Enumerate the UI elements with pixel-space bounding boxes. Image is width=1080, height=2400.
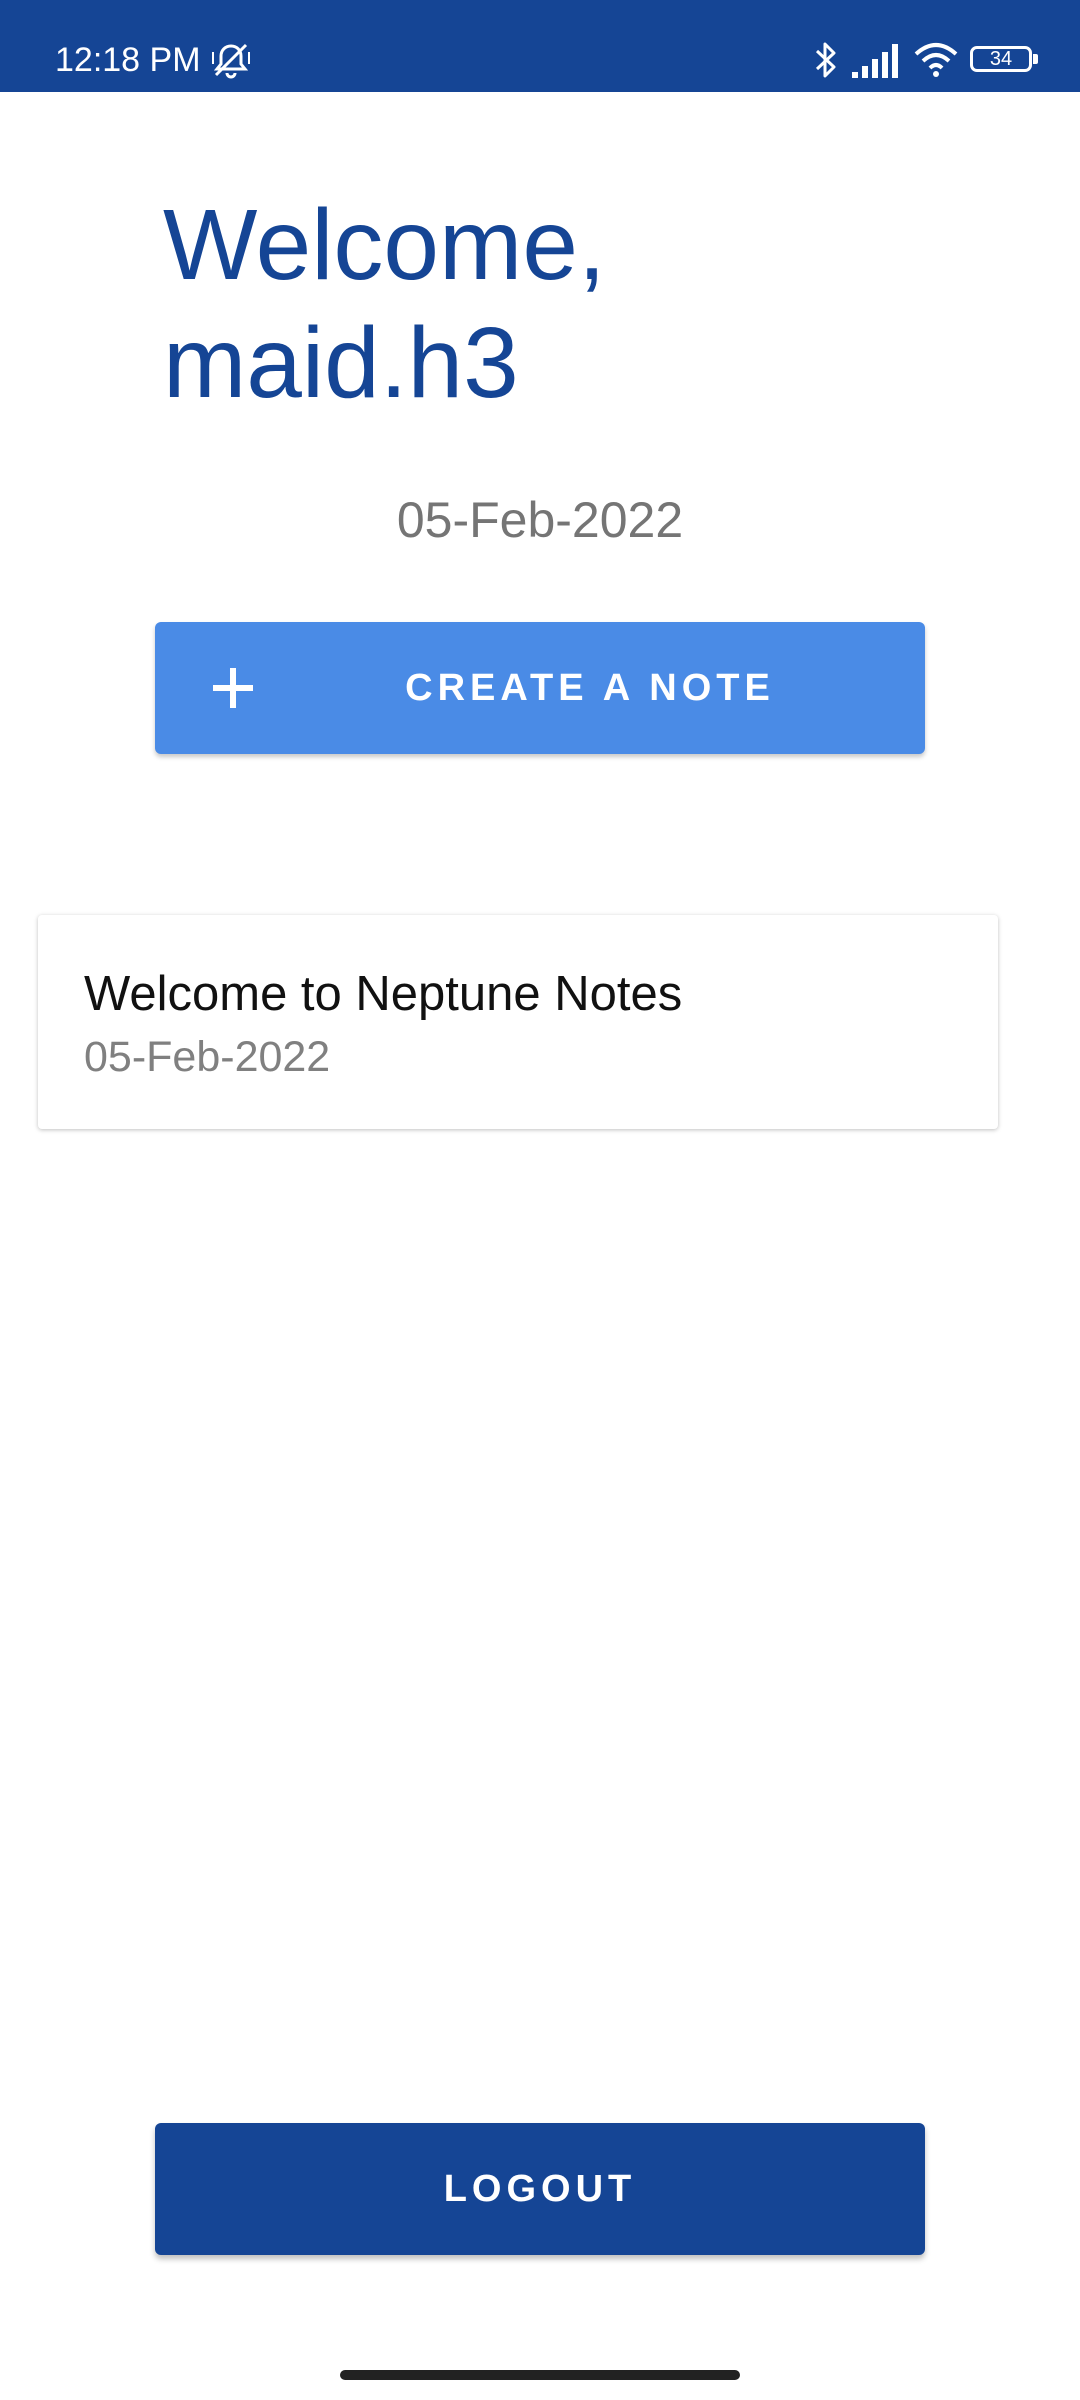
status-icons: 34 (812, 38, 1040, 82)
status-time: 12:18 PM (55, 41, 201, 79)
note-title: Welcome to Neptune Notes (84, 967, 683, 1021)
battery-icon: 34 (970, 44, 1040, 76)
note-date: 05-Feb-2022 (84, 1033, 331, 1081)
create-note-button[interactable]: CREATE A NOTE (155, 622, 925, 754)
battery-level: 34 (989, 48, 1013, 70)
dnd-icon (212, 43, 250, 79)
home-indicator[interactable] (340, 2370, 740, 2380)
plus-icon (213, 668, 253, 708)
note-card[interactable]: Welcome to Neptune Notes 05-Feb-2022 (38, 915, 998, 1129)
app-screen: 12:18 PM 34 Welcome, maid.h3 05-Feb-2022… (0, 0, 1080, 2400)
create-note-label: CREATE A NOTE (405, 667, 775, 709)
current-date: 05-Feb-2022 (396, 492, 684, 548)
logout-button[interactable]: LOGOUT (155, 2123, 925, 2255)
bluetooth-icon (815, 42, 836, 78)
signal-icon (852, 44, 898, 78)
welcome-title: Welcome, maid.h3 (163, 189, 606, 419)
status-bar: 12:18 PM 34 (0, 0, 1080, 92)
wifi-icon (914, 43, 958, 77)
